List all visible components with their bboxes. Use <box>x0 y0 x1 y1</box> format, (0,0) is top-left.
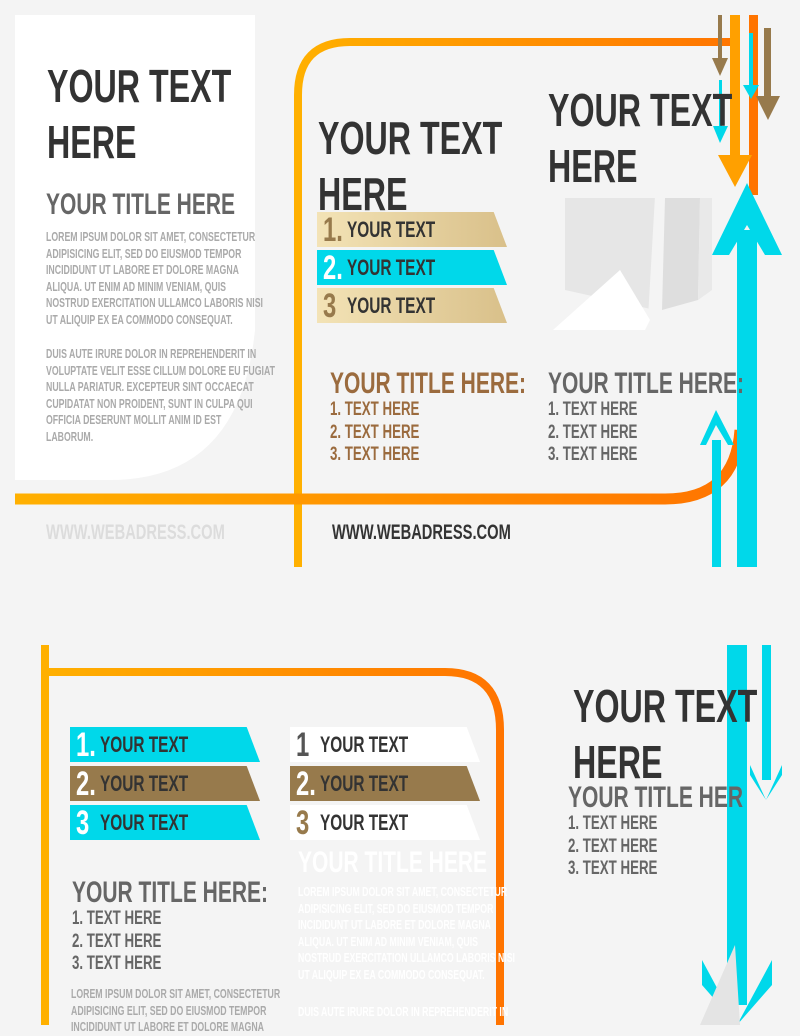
banner-2: 2. YOUR TEXT <box>317 250 507 285</box>
left-paragraph-1: LOREM IPSUM DOLOR SIT AMET, CONSECTETUR … <box>46 229 356 328</box>
middle-list: 1. TEXT HERE 2. TEXT HERE 3. TEXT HERE <box>330 399 458 467</box>
middle-headline: YOUR TEXT HERE <box>318 108 581 224</box>
bottom-mid-banner-3: 3 YOUR TEXT <box>290 805 480 840</box>
text: YOUR TEXT <box>100 810 189 835</box>
text: YOUR TITLE HERE: <box>548 367 745 400</box>
text: 3. TEXT HERE <box>72 953 162 974</box>
bottom-right-list: 1. TEXT HERE 2. TEXT HERE 3. TEXT HERE <box>568 813 696 881</box>
left-paragraph-2: DUIS AUTE IRURE DOLOR IN REPREHENDERIT I… <box>46 346 373 445</box>
text: YOUR TITLE HERE <box>298 846 488 879</box>
text: 3. TEXT HERE <box>548 444 638 465</box>
text: DUIS AUTE IRURE DOLOR IN REPREHENDERIT I… <box>46 347 257 361</box>
text: 2. TEXT HERE <box>568 835 658 857</box>
headline-line: HERE <box>47 116 137 168</box>
right-headline: YOUR TEXT HERE <box>548 80 800 196</box>
text: 1. <box>76 726 96 764</box>
text: ADIPISICING ELIT, SED DO EIUSMOD TEMPOR <box>46 246 242 261</box>
text: YOUR TEXT <box>320 771 409 796</box>
bottom-right-headline: YOUR TEXT HERE <box>573 676 800 792</box>
text: ALIQUA. UT ENIM AD MINIM VENIAM, QUIS <box>298 934 479 949</box>
right-title: YOUR TITLE HERE: <box>548 367 800 401</box>
text: CUPIDATAT NON PROIDENT, SUNT IN CULPA QU… <box>46 396 253 411</box>
text: 1. TEXT HERE <box>72 908 162 929</box>
text: YOUR TITLE HER <box>568 781 744 814</box>
text: 1. TEXT HERE <box>568 813 658 834</box>
left-title: YOUR TITLE HERE <box>46 188 316 222</box>
banner-1: 1. YOUR TEXT <box>317 212 507 247</box>
bottom-banner-3: 3 YOUR TEXT <box>70 805 260 840</box>
text: YOUR TEXT <box>320 810 409 835</box>
text: 2. <box>323 249 343 287</box>
text: 3. TEXT HERE <box>330 444 420 465</box>
text: 1. TEXT HERE <box>548 399 638 420</box>
text: YOUR TITLE HERE: <box>72 876 269 909</box>
bottom-mid-banner-2: 2. YOUR TEXT <box>290 766 480 801</box>
text: 3 <box>323 287 337 325</box>
text: YOUR TEXT <box>548 84 733 136</box>
text: HERE <box>548 140 638 192</box>
text: LABORUM. <box>46 429 94 444</box>
bottom-banner-2: 2. YOUR TEXT <box>70 766 260 801</box>
text: YOUR TEXT <box>347 293 436 318</box>
text: YOUR TEXT <box>100 732 189 757</box>
text: WWW.WEBADRESS.COM <box>46 521 225 544</box>
text: 2. <box>296 765 316 803</box>
text: UT ALIQUIP EX EA COMMODO CONSEQUAT. <box>46 312 233 327</box>
text: OFFICIA DESERUNT MOLLIT ANIM ID EST <box>46 413 222 427</box>
text: VOLUPTATE VELIT ESSE CILLUM DOLORE EU FU… <box>46 363 275 378</box>
text: NOSTRUD EXERCITATION ULLAMCO LABORIS NIS… <box>46 296 263 310</box>
text: LOREM IPSUM DOLOR SIT AMET, CONSECTETUR <box>71 987 281 1001</box>
text: ADIPISICING ELIT, SED DO EIUSMOD TEMPOR <box>71 1003 267 1018</box>
text: 2. TEXT HERE <box>72 930 162 952</box>
text: 1 <box>296 726 310 764</box>
text: 3 <box>296 804 310 842</box>
text: NULLA PARIATUR. EXCEPTEUR SINT OCCAECAT <box>46 380 254 394</box>
bottom-mid-paragraph-2: DUIS AUTE IRURE DOLOR IN REPREHENDERIT I… <box>298 1004 598 1021</box>
text: YOUR TEXT <box>347 255 436 280</box>
text: 3. TEXT HERE <box>568 858 658 879</box>
bottom-right-title: YOUR TITLE HER <box>568 781 800 815</box>
text: DUIS AUTE IRURE DOLOR IN REPREHENDERIT I… <box>298 1005 509 1019</box>
text: 3 <box>76 804 90 842</box>
cyan-up-arrow-small <box>700 410 734 445</box>
text: 2. <box>76 765 96 803</box>
bottom-left-list: 1. TEXT HERE 2. TEXT HERE 3. TEXT HERE <box>72 908 200 976</box>
left-web-address[interactable]: WWW.WEBADRESS.COM <box>46 521 301 545</box>
text: 2. TEXT HERE <box>548 421 638 443</box>
text: UT ALIQUIP EX EA COMMODO CONSEQUAT. <box>298 967 485 982</box>
headline-line: YOUR TEXT <box>47 60 232 112</box>
text: INCIDIDUNT UT LABORE ET DOLORE MAGNA <box>71 1020 264 1034</box>
text: YOUR TITLE HERE: <box>330 367 527 400</box>
text: YOUR TEXT <box>100 771 189 796</box>
banner-3: 3 YOUR TEXT <box>317 288 507 323</box>
text: LOREM IPSUM DOLOR SIT AMET, CONSECTETUR <box>46 230 256 244</box>
text: INCIDIDUNT UT LABORE ET DOLORE MAGNA <box>298 918 491 932</box>
text: YOUR TEXT <box>320 732 409 757</box>
bottom-mid-paragraph-1: LOREM IPSUM DOLOR SIT AMET, CONSECTETUR … <box>298 884 608 983</box>
middle-web-address[interactable]: WWW.WEBADRESS.COM <box>332 521 587 545</box>
bottom-banner-1: 1. YOUR TEXT <box>70 727 260 762</box>
text: 2. TEXT HERE <box>330 421 420 443</box>
brown-down-arrow <box>712 58 728 76</box>
text: INCIDIDUNT UT LABORE ET DOLORE MAGNA <box>46 263 239 277</box>
text: ADIPISICING ELIT, SED DO EIUSMOD TEMPOR <box>298 901 494 916</box>
text: WWW.WEBADRESS.COM <box>332 521 511 544</box>
text: ALIQUA. UT ENIM AD MINIM VENIAM, QUIS <box>46 279 227 294</box>
text: LOREM IPSUM DOLOR SIT AMET, CONSECTETUR <box>298 885 508 899</box>
text: YOUR TITLE HERE <box>46 188 236 221</box>
text: 1. <box>323 211 343 249</box>
text: YOUR TEXT <box>573 680 758 732</box>
text: NOSTRUD EXERCITATION ULLAMCO LABORIS NIS… <box>298 951 515 965</box>
text: 1. TEXT HERE <box>330 399 420 420</box>
left-headline: YOUR TEXT HERE <box>47 56 310 172</box>
bottom-mid-title: YOUR TITLE HERE <box>298 846 568 880</box>
bottom-mid-banner-1: 1 YOUR TEXT <box>290 727 480 762</box>
right-list: 1. TEXT HERE 2. TEXT HERE 3. TEXT HERE <box>548 399 676 467</box>
text: YOUR TEXT <box>318 112 503 164</box>
text: YOUR TEXT <box>347 217 436 242</box>
